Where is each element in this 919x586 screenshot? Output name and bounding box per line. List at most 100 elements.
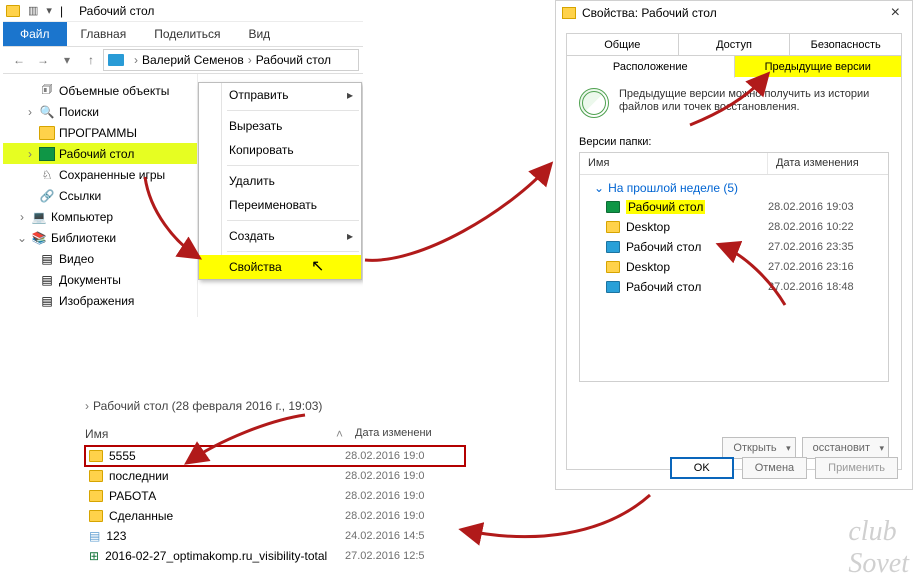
ctx-cut[interactable]: Вырезать — [199, 114, 361, 138]
nav-tree[interactable]: 🗊 Объемные объекты ›🔍ПоискиПРОГРАММЫ›Рабоч… — [3, 74, 198, 317]
list-header: Имя Дата изменения — [580, 153, 888, 175]
folder-icon — [6, 5, 20, 17]
search-icon: 🔍 — [39, 105, 55, 119]
file-list-row[interactable]: ▤12324.02.2016 14:5 — [85, 526, 465, 546]
version-item[interactable]: Рабочий стол27.02.2016 18:48 — [580, 277, 888, 297]
folder-icon — [89, 510, 103, 522]
version-item[interactable]: Рабочий стол27.02.2016 23:35 — [580, 237, 888, 257]
sidebar-item[interactable]: ›🔍Поиски — [3, 101, 197, 122]
sidebar-item[interactable]: ♘Сохраненные игры — [3, 164, 197, 185]
cancel-button[interactable]: Отмена — [742, 457, 807, 479]
apply-button[interactable]: Применить — [815, 457, 898, 479]
tab-sharing[interactable]: Доступ — [679, 34, 791, 56]
ctx-copy[interactable]: Копировать — [199, 138, 361, 162]
sidebar-item[interactable]: ›💻Компьютер — [3, 206, 197, 227]
folder-icon — [606, 281, 620, 293]
chevron-icon[interactable]: › — [21, 147, 39, 161]
qat-button[interactable]: ▾ — [46, 4, 52, 17]
version-name: Рабочий стол — [626, 240, 701, 254]
breadcrumb[interactable]: › Валерий Семенов › Рабочий стол — [103, 49, 359, 71]
folder-icon — [562, 7, 576, 19]
chevron-down-icon: ⌄ — [594, 181, 604, 195]
sidebar-item[interactable]: ›Рабочий стол — [3, 143, 197, 164]
dialog-tabs: Общие Доступ Безопасность Расположение П… — [566, 33, 902, 78]
tab-general[interactable]: Общие — [567, 34, 679, 56]
dialog-body: Предыдущие версии можно получить из исто… — [566, 78, 902, 470]
explorer-window: ▥ ▾ | Рабочий стол Файл Главная Поделить… — [3, 0, 363, 365]
tab-view[interactable]: Вид — [234, 22, 284, 46]
sidebar-item[interactable]: ▤Документы — [3, 269, 197, 290]
restore-button[interactable]: осстановит — [802, 437, 889, 459]
sidebar-item[interactable]: ПРОГРАММЫ — [3, 122, 197, 143]
tab-home[interactable]: Главная — [67, 22, 141, 46]
col-name[interactable]: Имя — [580, 153, 768, 174]
ctx-new[interactable]: Создать▸ — [199, 224, 361, 248]
crumb[interactable]: Валерий Семенов — [142, 53, 244, 67]
sidebar-item[interactable]: ⌄📚 Библиотеки — [3, 227, 197, 248]
ok-button[interactable]: OK — [670, 457, 734, 479]
ctx-send-to[interactable]: Отправить▸ — [199, 83, 361, 107]
file-list-row[interactable]: РАБОТА28.02.2016 19:0 — [85, 486, 465, 506]
breadcrumb[interactable]: › Рабочий стол (28 февраля 2016 г., 19:0… — [85, 395, 465, 417]
chevron-right-icon: › — [85, 399, 89, 413]
version-name: Рабочий стол — [626, 280, 701, 294]
version-item[interactable]: Desktop27.02.2016 23:16 — [580, 257, 888, 277]
file-list-row[interactable]: 555528.02.2016 19:0 — [85, 446, 465, 466]
group-header[interactable]: ⌄ На прошлой неделе (5) — [580, 175, 888, 197]
sidebar-item-label: Объемные объекты — [59, 84, 169, 98]
objects-icon: 🗊 — [39, 84, 55, 98]
sidebar-item[interactable]: ▤Видео — [3, 248, 197, 269]
sidebar-item-label: Библиотеки — [51, 231, 116, 245]
nav-up[interactable]: ↑ — [79, 48, 103, 72]
tab-previous-versions[interactable]: Предыдущие версии — [735, 56, 902, 78]
chevron-icon[interactable]: › — [13, 210, 31, 224]
version-item[interactable]: Desktop28.02.2016 10:22 — [580, 217, 888, 237]
sidebar-item-label: Ссылки — [59, 189, 101, 203]
file-list-row[interactable]: ⊞ 2016-02-27_optimakomp.ru_visibility-tot… — [85, 546, 465, 566]
sidebar-item[interactable]: 🔗Ссылки — [3, 185, 197, 206]
sidebar-item-label: Сохраненные игры — [59, 168, 165, 182]
folder-icon — [606, 261, 620, 273]
pc-icon — [108, 54, 124, 66]
qat-button[interactable]: ▥ — [28, 4, 38, 17]
libs-icon: 📚 — [31, 231, 47, 245]
dialog-close-button[interactable]: × — [885, 4, 906, 22]
nav-back[interactable]: ← — [7, 48, 31, 72]
ctx-delete[interactable]: Удалить — [199, 169, 361, 193]
excel-icon: ⊞ — [89, 549, 99, 563]
folder-icon — [89, 450, 103, 462]
tab-share[interactable]: Поделиться — [140, 22, 234, 46]
folder-icon — [39, 126, 55, 140]
chevron-icon[interactable]: › — [21, 105, 39, 119]
col-date[interactable]: Дата изменени — [355, 423, 432, 445]
open-button[interactable]: Открыть — [722, 437, 795, 459]
nav-forward[interactable]: → — [31, 48, 55, 72]
context-menu: Отправить▸ Вырезать Копировать Удалить П… — [198, 82, 362, 280]
file-list[interactable]: 555528.02.2016 19:0последнии28.02.2016 1… — [85, 446, 465, 566]
version-item[interactable]: Рабочий стол28.02.2016 19:03 — [580, 197, 888, 217]
sidebar-item[interactable]: ▤Изображения — [3, 290, 197, 311]
folder-icon — [89, 470, 103, 482]
submenu-arrow-icon: ▸ — [339, 229, 361, 243]
crumb[interactable]: Рабочий стол — [256, 53, 331, 67]
quick-access-toolbar: ▥ ▾ | Рабочий стол — [3, 0, 363, 22]
submenu-arrow-icon: ▸ — [339, 88, 361, 102]
dialog-titlebar: Свойства: Рабочий стол × — [556, 1, 912, 25]
nav-recent[interactable]: ▾ — [55, 48, 79, 72]
file-list-row[interactable]: Сделанные28.02.2016 19:0 — [85, 506, 465, 526]
file-date: 28.02.2016 19:0 — [345, 490, 425, 502]
tab-location[interactable]: Расположение — [567, 56, 735, 78]
ctx-rename[interactable]: Переименовать — [199, 193, 361, 217]
versions-list[interactable]: Имя Дата изменения ⌄ На прошлой неделе (… — [579, 152, 889, 382]
chevron-icon[interactable]: ⌄ — [13, 231, 31, 245]
file-list-row[interactable]: последнии28.02.2016 19:0 — [85, 466, 465, 486]
folder-icon — [606, 221, 620, 233]
col-date[interactable]: Дата изменения — [768, 153, 888, 174]
col-name[interactable]: Имя˄ — [85, 423, 355, 445]
file-name: 2016-02-27_optimakomp.ru_visibility-tota… — [105, 549, 327, 563]
tab-file[interactable]: Файл — [3, 22, 67, 46]
tab-security[interactable]: Безопасность — [790, 34, 901, 56]
file-date: 28.02.2016 19:0 — [345, 470, 425, 482]
ctx-properties[interactable]: Свойства — [199, 255, 361, 279]
sidebar-item[interactable]: 🗊 Объемные объекты — [3, 80, 197, 101]
